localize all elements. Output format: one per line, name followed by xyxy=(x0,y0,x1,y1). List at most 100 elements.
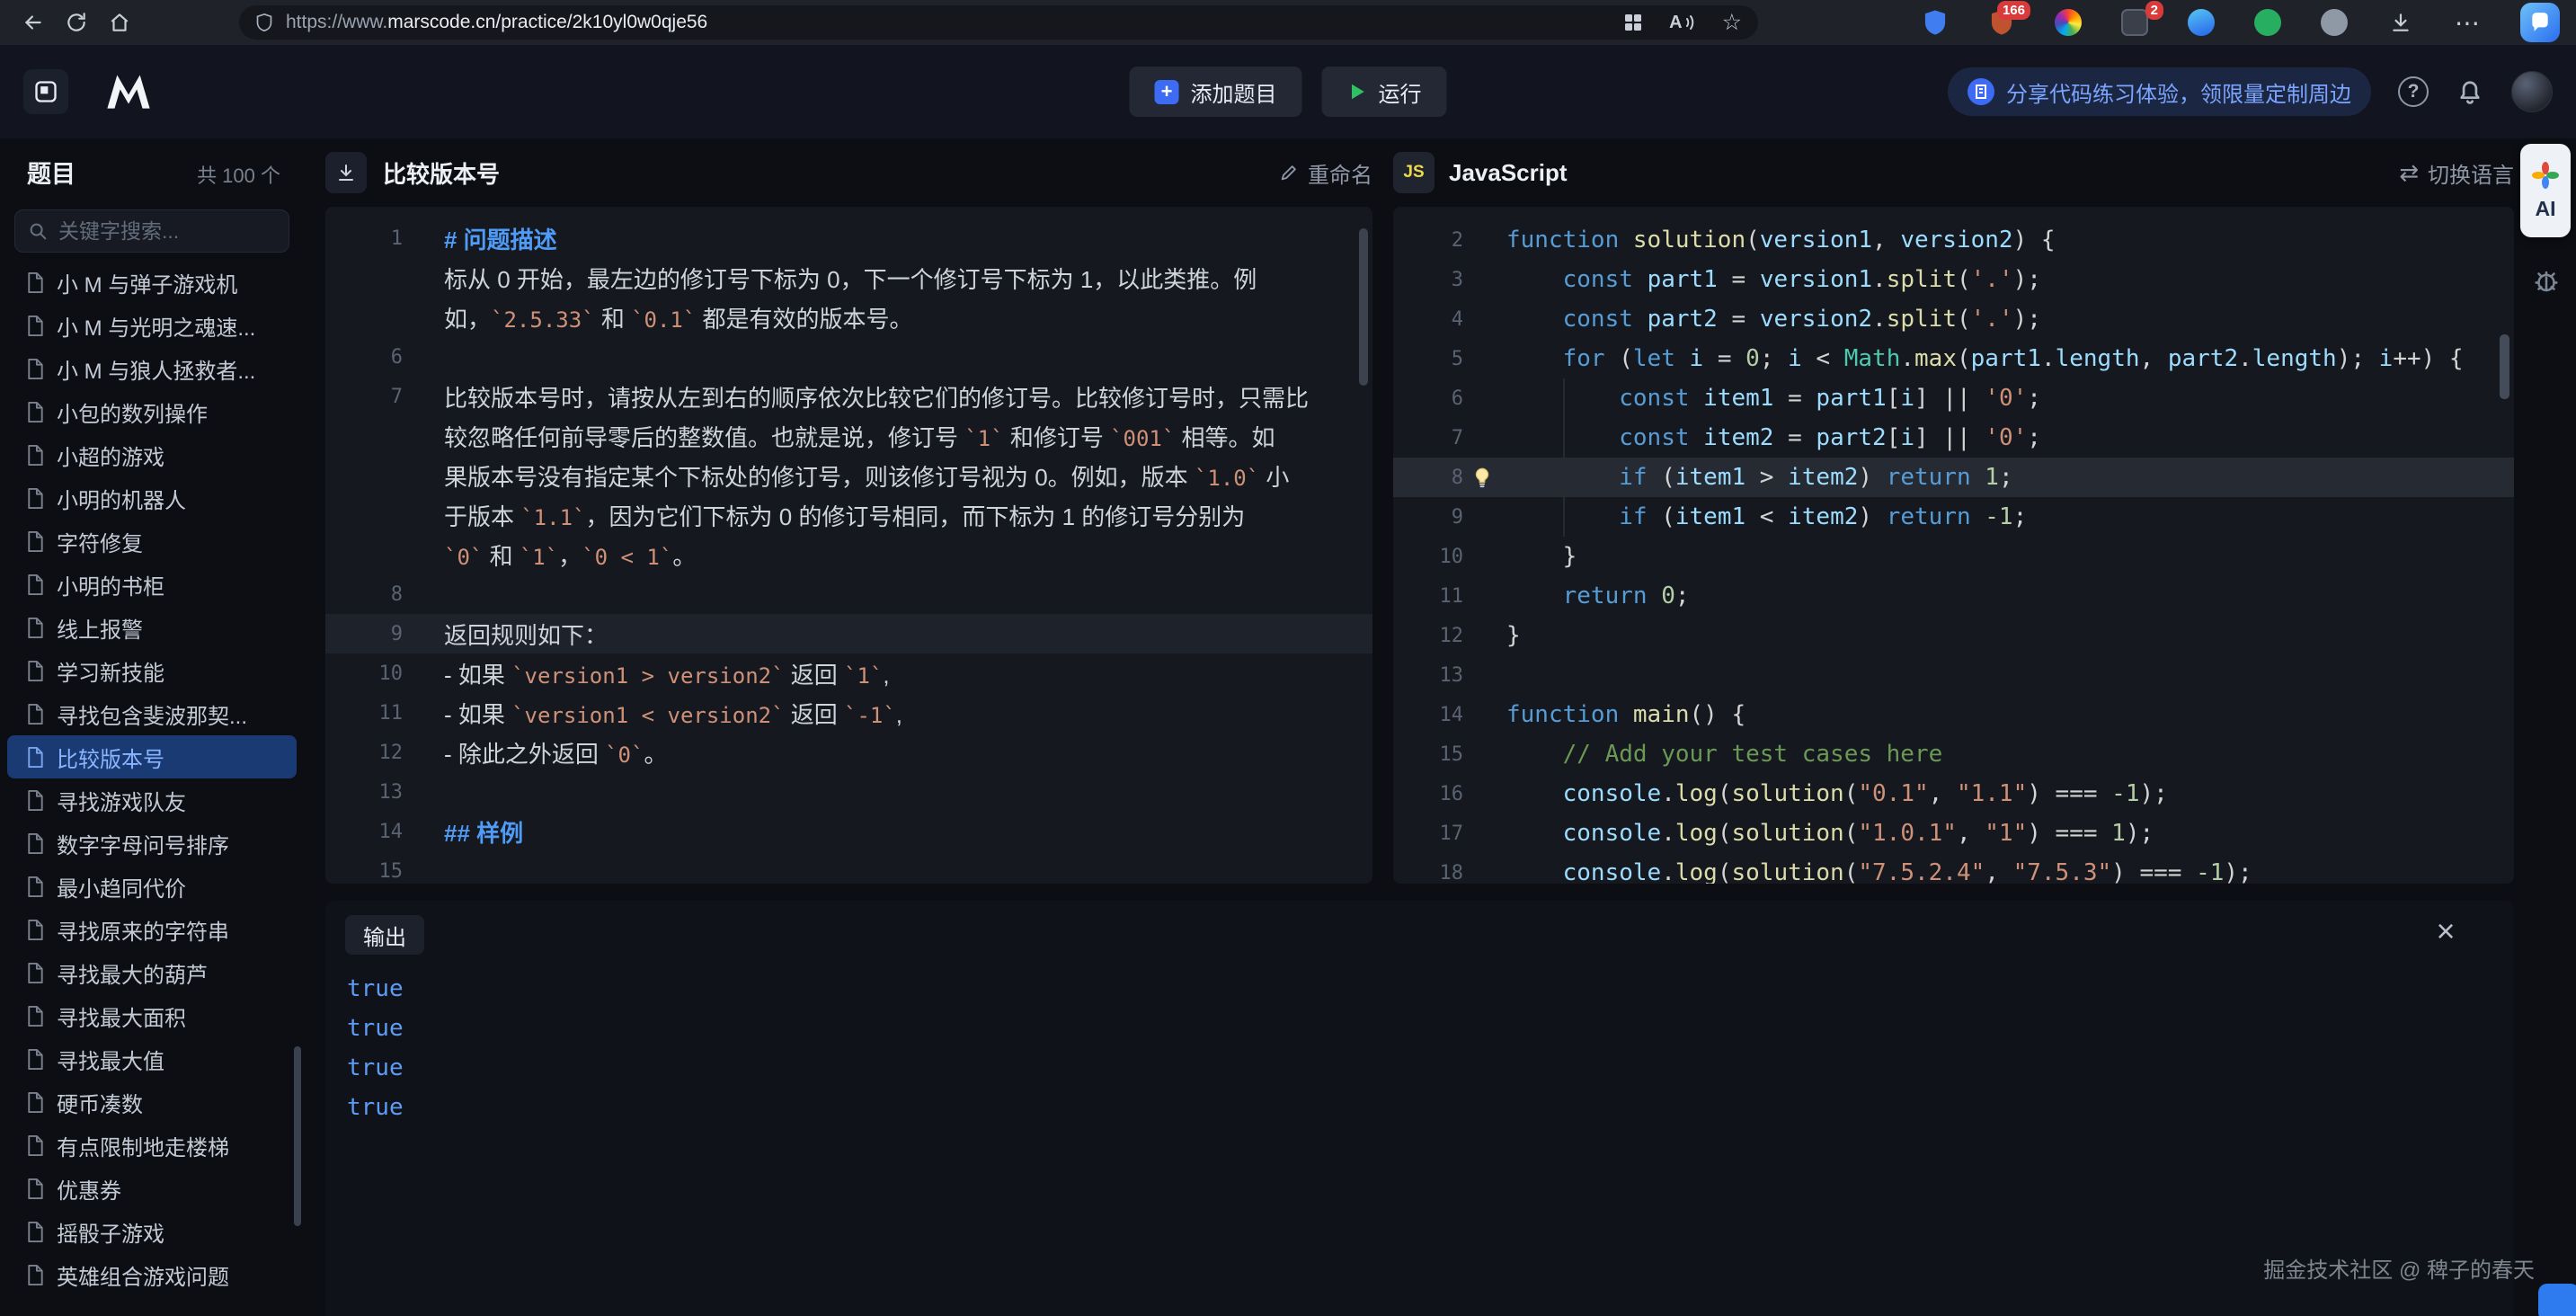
sidebar-item[interactable]: 英雄组合游戏问题 xyxy=(7,1253,297,1296)
code-line[interactable]: 4 const part2 = version2.split('.'); xyxy=(1393,299,2514,339)
debug-bug-icon[interactable] xyxy=(2531,266,2562,297)
output-tab[interactable]: 输出 xyxy=(345,915,424,955)
avatar[interactable] xyxy=(2511,71,2553,112)
address-bar[interactable]: https://www.marscode.cn/practice/2k10yl0… xyxy=(239,5,1758,40)
editor-scrollbar[interactable] xyxy=(2500,334,2509,399)
sidebar-item[interactable]: 寻找最大值 xyxy=(7,1037,297,1080)
sidebar-item[interactable]: 寻找游戏队友 xyxy=(7,778,297,822)
code-line[interactable]: 13 xyxy=(1393,655,2514,695)
sidebar-item[interactable]: 学习新技能 xyxy=(7,649,297,692)
extension-translate-icon[interactable] xyxy=(2184,5,2218,40)
code-line[interactable]: 9 if (item1 < item2) return -1; xyxy=(1393,497,2514,537)
sidebar-item[interactable]: 小 M 与弹子游戏机 xyxy=(7,261,297,304)
sidebar-item-label: 寻找最大的葫芦 xyxy=(57,957,208,989)
sidebar-item[interactable]: 小 M 与狼人拯救者... xyxy=(7,347,297,390)
sidebar-item[interactable]: 小明的书柜 xyxy=(7,563,297,606)
rename-button[interactable]: 重命名 xyxy=(1279,157,1372,189)
sidebar-item[interactable]: 线上报警 xyxy=(7,606,297,649)
sidebar-item-label: 英雄组合游戏问题 xyxy=(57,1259,229,1291)
sidebar-item-label: 优惠券 xyxy=(57,1173,121,1205)
search-box[interactable] xyxy=(14,209,289,253)
back-icon[interactable] xyxy=(16,5,50,40)
glyph-margin xyxy=(1463,299,1506,339)
sidebar-item[interactable]: 有点限制地走楼梯 xyxy=(7,1124,297,1167)
sidebar-item[interactable]: 摇骰子游戏 xyxy=(7,1210,297,1253)
sidebar-item[interactable]: 比较版本号 xyxy=(7,735,297,778)
code-line[interactable]: 17 console.log(solution("1.0.1", "1") ==… xyxy=(1393,814,2514,853)
sidebar-item[interactable]: 小 M 与光明之魂速... xyxy=(7,304,297,347)
description-row: 果版本号没有指定某个下标处的修订号，则该修订号视为 0。例如，版本 `1.0` … xyxy=(325,456,1372,495)
sidebar-item[interactable]: 硬币凑数 xyxy=(7,1080,297,1124)
share-banner[interactable]: 分享代码练习体验，领限量定制周边 xyxy=(1948,67,2371,116)
line-number: 4 xyxy=(1393,308,1463,331)
sidebar-scrollbar[interactable] xyxy=(294,1046,301,1226)
ide-logo[interactable] xyxy=(23,69,68,114)
extension-grammar-icon[interactable] xyxy=(2251,5,2285,40)
extension-screenshot-icon[interactable]: 2 xyxy=(2118,5,2152,40)
run-button[interactable]: 运行 xyxy=(1322,67,1447,117)
download-icon[interactable] xyxy=(2384,5,2418,40)
description-row: 标从 0 开始，最左边的修订号下标为 0，下一个修订号下标为 1，以此类推。例 xyxy=(325,258,1372,298)
code-line[interactable]: 5 for (let i = 0; i < Math.max(part1.len… xyxy=(1393,339,2514,378)
site-security-icon[interactable] xyxy=(255,13,273,32)
extension-misc-icon[interactable] xyxy=(2317,5,2351,40)
description-panel[interactable]: 1# 问题描述标从 0 开始，最左边的修订号下标为 0，下一个修订号下标为 1，… xyxy=(325,207,1372,884)
code-line[interactable]: 14function main() { xyxy=(1393,695,2514,734)
browser-toolbar: https://www.marscode.cn/practice/2k10yl0… xyxy=(0,0,2576,45)
sidebar-item[interactable]: 寻找包含斐波那契... xyxy=(7,692,297,735)
apps-grid-icon[interactable] xyxy=(1622,12,1644,33)
sidebar-item[interactable]: 最小趋同代价 xyxy=(7,865,297,908)
add-problem-button[interactable]: + 添加题目 xyxy=(1130,67,1302,117)
close-icon[interactable]: × xyxy=(2428,913,2464,949)
code-line[interactable]: 2function solution(version1, version2) { xyxy=(1393,220,2514,260)
sidebar-item[interactable]: 寻找原来的字符串 xyxy=(7,908,297,951)
sidebar-item[interactable]: 小明的机器人 xyxy=(7,476,297,520)
extension-badge: 166 xyxy=(1997,1,2030,20)
code-line[interactable]: 7 const item2 = part2[i] || '0'; xyxy=(1393,418,2514,458)
home-icon[interactable] xyxy=(102,5,137,40)
code-line[interactable]: 18 console.log(solution("7.5.2.4", "7.5.… xyxy=(1393,853,2514,884)
description-scrollbar[interactable] xyxy=(1359,228,1368,386)
copilot-icon[interactable] xyxy=(2520,3,2560,42)
browser-menu-icon[interactable]: ⋯ xyxy=(2450,5,2484,40)
ai-assistant-button[interactable]: AI xyxy=(2520,144,2571,237)
code-editor[interactable]: 2function solution(version1, version2) {… xyxy=(1393,207,2514,884)
sidebar-item[interactable]: 寻找最大面积 xyxy=(7,994,297,1037)
description-text: 标从 0 开始，最左边的修订号下标为 0，下一个修订号下标为 1，以此类推。例 xyxy=(444,262,1257,295)
code-line[interactable]: 6 const item1 = part1[i] || '0'; xyxy=(1393,378,2514,418)
url-text: https://www.marscode.cn/practice/2k10yl0… xyxy=(286,12,707,33)
description-row: 7比较版本号时，请按从左到右的顺序依次比较它们的修订号。比较修订号时，只需比 xyxy=(325,377,1372,416)
code-line[interactable]: 12} xyxy=(1393,616,2514,655)
line-number: 10 xyxy=(1393,546,1463,568)
extension-shield-icon[interactable] xyxy=(1918,5,1952,40)
code-line[interactable]: 10 } xyxy=(1393,537,2514,576)
glyph-margin xyxy=(1463,497,1506,537)
favorite-star-icon[interactable]: ☆ xyxy=(1722,12,1742,34)
help-icon[interactable]: ? xyxy=(2398,76,2429,107)
sidebar-item[interactable]: 优惠券 xyxy=(7,1167,297,1210)
search-input[interactable] xyxy=(58,219,276,244)
lightbulb-icon[interactable] xyxy=(1470,466,1494,489)
code-line[interactable]: 8 if (item1 > item2) return 1; xyxy=(1393,458,2514,497)
glyph-margin xyxy=(1463,853,1506,884)
notifications-bell-icon[interactable] xyxy=(2456,77,2484,106)
document-icon xyxy=(25,789,45,812)
document-icon xyxy=(25,832,45,855)
code-line[interactable]: 15 // Add your test cases here xyxy=(1393,734,2514,774)
extension-adblock-icon[interactable]: 166 xyxy=(1985,5,2019,40)
marscode-logo[interactable] xyxy=(104,73,153,111)
extension-palette-icon[interactable] xyxy=(2051,5,2085,40)
read-aloud-icon[interactable]: A xyxy=(1669,13,1696,33)
code-line[interactable]: 16 console.log(solution("0.1", "1.1") ==… xyxy=(1393,774,2514,814)
sidebar-item[interactable]: 数字字母问号排序 xyxy=(7,822,297,865)
sidebar-item[interactable]: 小超的游戏 xyxy=(7,433,297,476)
ai-label: AI xyxy=(2536,197,2556,221)
glyph-margin xyxy=(1463,616,1506,655)
code-line[interactable]: 11 return 0; xyxy=(1393,576,2514,616)
code-line[interactable]: 3 const part1 = version1.split('.'); xyxy=(1393,260,2514,299)
sidebar-item[interactable]: 寻找最大的葫芦 xyxy=(7,951,297,994)
refresh-icon[interactable] xyxy=(59,5,93,40)
switch-language-button[interactable]: ⇄ 切换语言 xyxy=(2399,157,2514,189)
sidebar-item[interactable]: 字符修复 xyxy=(7,520,297,563)
sidebar-item[interactable]: 小包的数列操作 xyxy=(7,390,297,433)
